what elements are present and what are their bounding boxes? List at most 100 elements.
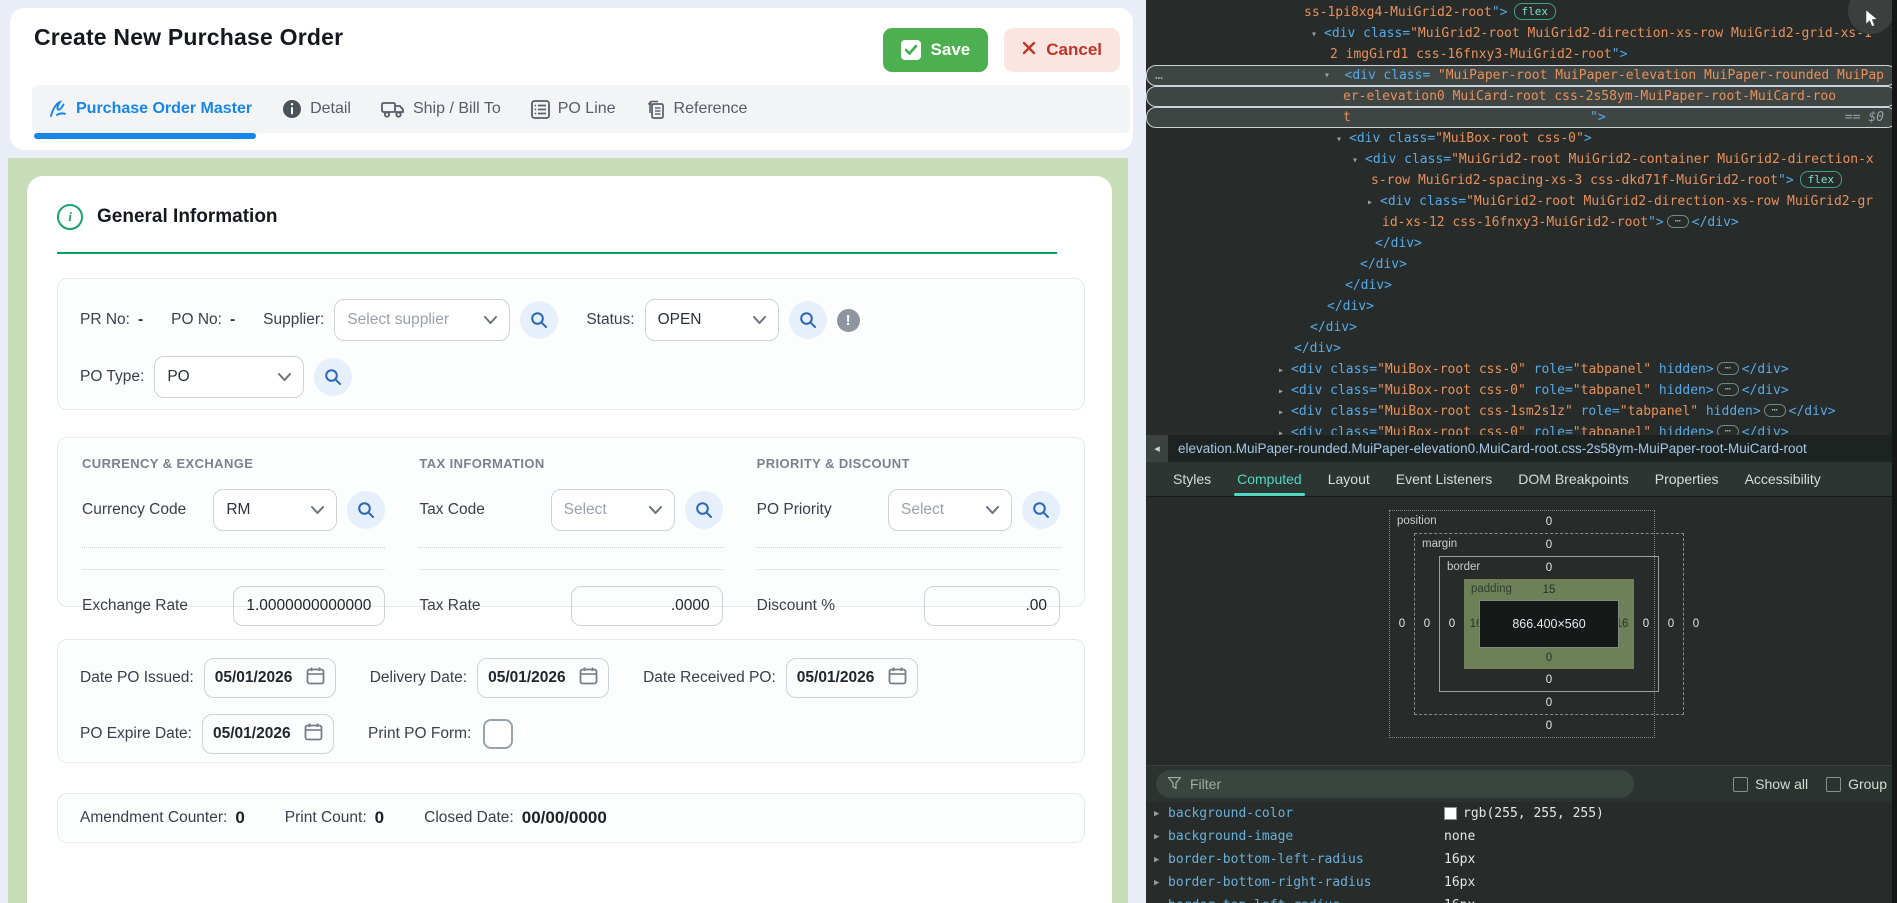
info-icon: [282, 99, 302, 119]
tab-label: PO Line: [558, 100, 616, 118]
elements-tree-line[interactable]: </div>: [1146, 317, 1897, 338]
chevron-down-icon: [753, 311, 766, 329]
search-button[interactable]: [1022, 491, 1060, 529]
devtools-tab-styles[interactable]: Styles: [1160, 462, 1224, 496]
date-input[interactable]: 05/01/2026: [204, 658, 336, 698]
expand-arrow-icon[interactable]: ▾: [1336, 129, 1349, 150]
cancel-button[interactable]: Cancel: [1004, 28, 1120, 72]
property-expand-icon[interactable]: ▶: [1154, 832, 1168, 842]
flex-badge[interactable]: flex: [1800, 171, 1843, 188]
flex-badge[interactable]: flex: [1514, 3, 1557, 20]
code-token: "MuiBox-root css-1sm2s1z": [1377, 404, 1573, 419]
show-all-checkbox[interactable]: [1733, 777, 1748, 792]
tax-rate-input[interactable]: .0000: [571, 586, 723, 626]
save-button[interactable]: Save: [883, 28, 989, 72]
elements-tree-line[interactable]: </div>: [1146, 233, 1897, 254]
devtools-tab-computed[interactable]: Computed: [1224, 462, 1315, 496]
supplier-search-button[interactable]: [520, 301, 558, 339]
expand-arrow-icon[interactable]: ▾: [1324, 65, 1337, 86]
elements-tree-line[interactable]: </div>: [1146, 338, 1897, 359]
save-button-label: Save: [931, 40, 971, 60]
date-input[interactable]: 05/01/2026: [202, 714, 334, 754]
po-priority-select[interactable]: Select: [888, 489, 1012, 531]
po-type-search-button[interactable]: [314, 358, 352, 396]
elements-tree-line[interactable]: ▾<div class="MuiBox-root css-0">: [1146, 128, 1897, 149]
devtools-tab-properties[interactable]: Properties: [1642, 462, 1732, 496]
elements-tree-line[interactable]: ▸<div class="MuiGrid2-root MuiGrid2-dire…: [1146, 191, 1897, 212]
search-button[interactable]: [685, 491, 723, 529]
tab-ship-bill-to[interactable]: Ship / Bill To: [381, 100, 501, 119]
print-po-form-field: Print PO Form:: [368, 719, 513, 749]
date-input[interactable]: 05/01/2026: [786, 658, 918, 698]
property-expand-icon[interactable]: ▶: [1154, 878, 1168, 888]
tab-detail[interactable]: Detail: [282, 99, 351, 119]
status-search-button[interactable]: [789, 301, 827, 339]
status-select[interactable]: OPEN: [645, 299, 779, 341]
date-input[interactable]: 05/01/2026: [477, 658, 609, 698]
collapse-arrow-icon[interactable]: ▸: [1278, 381, 1291, 402]
collapse-arrow-icon[interactable]: ▸: [1278, 402, 1291, 423]
tab-reference[interactable]: Reference: [646, 99, 748, 120]
devtools-tab-accessibility[interactable]: Accessibility: [1732, 462, 1834, 496]
elements-tree-line[interactable]: </div>: [1146, 254, 1897, 275]
elements-tree-line[interactable]: ▸<div class="MuiBox-root css-0" role="ta…: [1146, 359, 1897, 380]
po-type-select[interactable]: PO: [154, 356, 304, 398]
discount--input[interactable]: .00: [924, 586, 1060, 626]
solid-divider: [757, 569, 1060, 570]
code-token: "MuiBox-root css-0": [1377, 383, 1526, 398]
elements-tree-line[interactable]: 2 imgGird1 css-16fnxy3-MuiGrid2-root">: [1146, 44, 1897, 65]
tab-purchase-order-master[interactable]: Purchase Order Master: [48, 99, 252, 119]
pen-icon: [48, 99, 68, 119]
exchange-rate-input[interactable]: 1.0000000000000: [233, 586, 385, 626]
dashed-divider: [82, 547, 385, 548]
group-checkbox[interactable]: [1826, 777, 1841, 792]
devtools-scrollbar[interactable]: [1892, 0, 1897, 903]
elements-tree-line[interactable]: ▸<div class="MuiBox-root css-0" role="ta…: [1146, 380, 1897, 401]
section-divider: [57, 252, 1057, 254]
inline-expand-icon[interactable]: ⋯: [1764, 404, 1786, 417]
field-column-2: TAX INFORMATIONTax CodeSelectTax Rate.00…: [419, 456, 722, 626]
print-po-form-label: Print PO Form:: [368, 725, 471, 743]
tab-po-line[interactable]: PO Line: [531, 100, 616, 119]
breadcrumb-back-button[interactable]: ◂: [1146, 435, 1168, 462]
devtools-tab-event-listeners[interactable]: Event Listeners: [1383, 462, 1506, 496]
expand-arrow-icon[interactable]: ▾: [1352, 150, 1365, 171]
code-token: "MuiPaper-root MuiPaper-elevation MuiPap…: [1438, 65, 1884, 86]
computed-property-row: ▶border-top-left-radius16px: [1146, 894, 1897, 903]
expand-arrow-icon[interactable]: ▾: [1311, 24, 1324, 45]
elements-tree-line[interactable]: id-xs-12 css-16fnxy3-MuiGrid2-root">⋯</d…: [1146, 212, 1897, 233]
elements-tree-line[interactable]: </div>: [1146, 275, 1897, 296]
supplier-select[interactable]: Select supplier: [334, 299, 510, 341]
devtools-tab-layout[interactable]: Layout: [1315, 462, 1383, 496]
elements-tree-line[interactable]: t"> == $0: [1146, 107, 1897, 128]
status-value: OPEN: [658, 311, 702, 329]
elements-tree-line[interactable]: ▾<div class="MuiGrid2-root MuiGrid2-cont…: [1146, 149, 1897, 170]
property-expand-icon[interactable]: ▶: [1154, 855, 1168, 865]
elements-tree-line[interactable]: er-elevation0 MuiCard-root css-2s58ym-Mu…: [1146, 86, 1897, 107]
filter-input[interactable]: Filter: [1156, 770, 1634, 798]
search-button[interactable]: [347, 491, 385, 529]
elements-tree-line[interactable]: ▾<div class="MuiGrid2-root MuiGrid2-dire…: [1146, 23, 1897, 44]
property-value-text: 16px: [1444, 875, 1475, 890]
elements-tree-line[interactable]: </div>: [1146, 296, 1897, 317]
collapse-arrow-icon[interactable]: ▸: [1278, 360, 1291, 381]
column-select-row: Tax CodeSelect: [419, 489, 722, 531]
currency-code-select[interactable]: RM: [213, 489, 337, 531]
elements-tree-line[interactable]: s-row MuiGrid2-spacing-xs-3 css-dkd71f-M…: [1146, 170, 1897, 191]
code-token: "tabpanel": [1620, 404, 1698, 419]
status-warning-icon[interactable]: !: [837, 309, 860, 332]
line-gutter-ellipsis[interactable]: …: [1155, 65, 1163, 86]
elements-tree-line[interactable]: ▸<div class="MuiBox-root css-1sm2s1z" ro…: [1146, 401, 1897, 422]
devtools-tab-dom-breakpoints[interactable]: DOM Breakpoints: [1505, 462, 1641, 496]
inline-expand-icon[interactable]: ⋯: [1717, 362, 1739, 375]
code-token: t: [1343, 107, 1351, 128]
print-po-form-checkbox[interactable]: [483, 719, 513, 749]
inline-expand-icon[interactable]: ⋯: [1717, 383, 1739, 396]
inline-expand-icon[interactable]: ⋯: [1667, 215, 1689, 228]
elements-tree-line[interactable]: …▾<div class="MuiPaper-root MuiPaper-ele…: [1146, 65, 1897, 86]
property-expand-icon[interactable]: ▶: [1154, 809, 1168, 819]
collapse-arrow-icon[interactable]: ▸: [1367, 192, 1380, 213]
elements-tree-line[interactable]: ss-1pi8xg4-MuiGrid2-root">flex: [1146, 2, 1897, 23]
breadcrumb-selector[interactable]: elevation.MuiPaper-rounded.MuiPaper-elev…: [1178, 441, 1807, 456]
tax-code-select[interactable]: Select: [551, 489, 675, 531]
